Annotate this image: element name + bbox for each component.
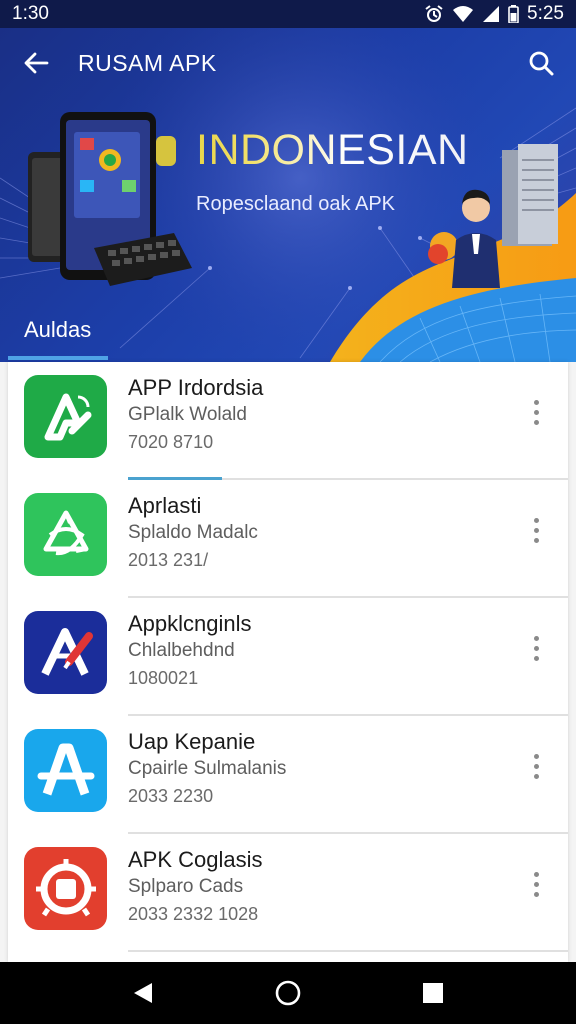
nav-back-button[interactable] [113,968,173,1018]
list-item[interactable]: Aprlasti Splaldo Madalc 2013 231/ [8,480,568,598]
list-item[interactable]: Uap Kepanie Cpairle Sulmalanis 2033 2230 [8,716,568,834]
search-icon [529,51,554,76]
phone-keyboard-illustration [28,112,192,286]
square-recents-icon [423,983,444,1003]
app-meta: 2033 2230 [128,786,214,806]
signal-icon [483,6,500,22]
overflow-menu-button[interactable] [522,630,550,666]
system-navigation-bar [0,962,576,1024]
status-time-left: 1:30 [12,3,49,24]
tab-indicator [8,356,108,360]
wifi-icon [453,6,474,22]
divider [128,950,568,952]
server-illustration [502,144,558,246]
nav-recents-button[interactable] [403,968,463,1018]
tab-auldas[interactable]: Auldas [24,317,91,343]
back-arrow-icon [24,52,49,74]
screen: 1:30 5:25 RUSAM APK INDONESIAN Ropesclaa… [0,0,576,1024]
search-button[interactable] [518,40,564,86]
app-developer: Splaldo Madalc [128,522,258,543]
app-name: APK Coglasis [128,847,263,872]
list-item[interactable]: Appklcnginls Chlalbehdnd 1080021 [8,598,568,716]
blue-pen-logo-icon [24,611,107,694]
list-item[interactable]: APK Coglasis Splparo Cads 2033 2332 1028 [8,834,568,952]
app-bar: RUSAM APK [0,28,576,98]
header-banner: RUSAM APK INDONESIAN Ropesclaand oak APK… [0,28,576,362]
app-bar-title: RUSAM APK [78,49,217,76]
nav-home-button[interactable] [258,968,318,1018]
battery-icon [508,5,519,23]
green-recycle-logo-icon [24,493,107,576]
status-time-right: 5:25 [527,3,564,24]
overflow-menu-button[interactable] [522,394,550,430]
app-meta: 2013 231/ [128,550,209,570]
cyan-a-logo-icon [24,729,107,812]
triangle-back-icon [133,983,152,1003]
circle-home-icon [275,980,301,1006]
alarm-icon [425,5,443,22]
app-name: Aprlasti [128,493,202,518]
app-developer: Splparo Cads [128,876,244,897]
app-meta: 1080021 [128,668,199,688]
list-item[interactable]: APP Irdordsia GPlalk Wolald 7020 8710 [8,362,568,480]
app-name: Appklcnginls [128,611,252,636]
overflow-menu-button[interactable] [522,512,550,548]
status-icons: 5:25 [424,3,564,25]
app-meta: 7020 8710 [128,432,214,452]
back-button[interactable] [0,28,72,98]
app-name: Uap Kepanie [128,729,256,754]
banner-title: INDONESIAN [196,126,469,174]
app-developer: GPlalk Wolald [128,404,247,425]
overflow-menu-button[interactable] [522,748,550,784]
app-developer: Chlalbehdnd [128,640,235,661]
app-developer: Cpairle Sulmalanis [128,758,287,779]
overflow-menu-button[interactable] [522,866,550,902]
app-name: APP Irdordsia [128,375,264,400]
banner-subtitle: Ropesclaand oak APK [196,193,396,215]
green-arrow-logo-icon [24,375,107,458]
red-badge-logo-icon [24,847,107,930]
status-bar: 1:30 5:25 [0,0,576,28]
app-meta: 2033 2332 1028 [128,904,259,924]
app-list: APP Irdordsia GPlalk Wolald 7020 8710 Ap… [8,362,568,962]
